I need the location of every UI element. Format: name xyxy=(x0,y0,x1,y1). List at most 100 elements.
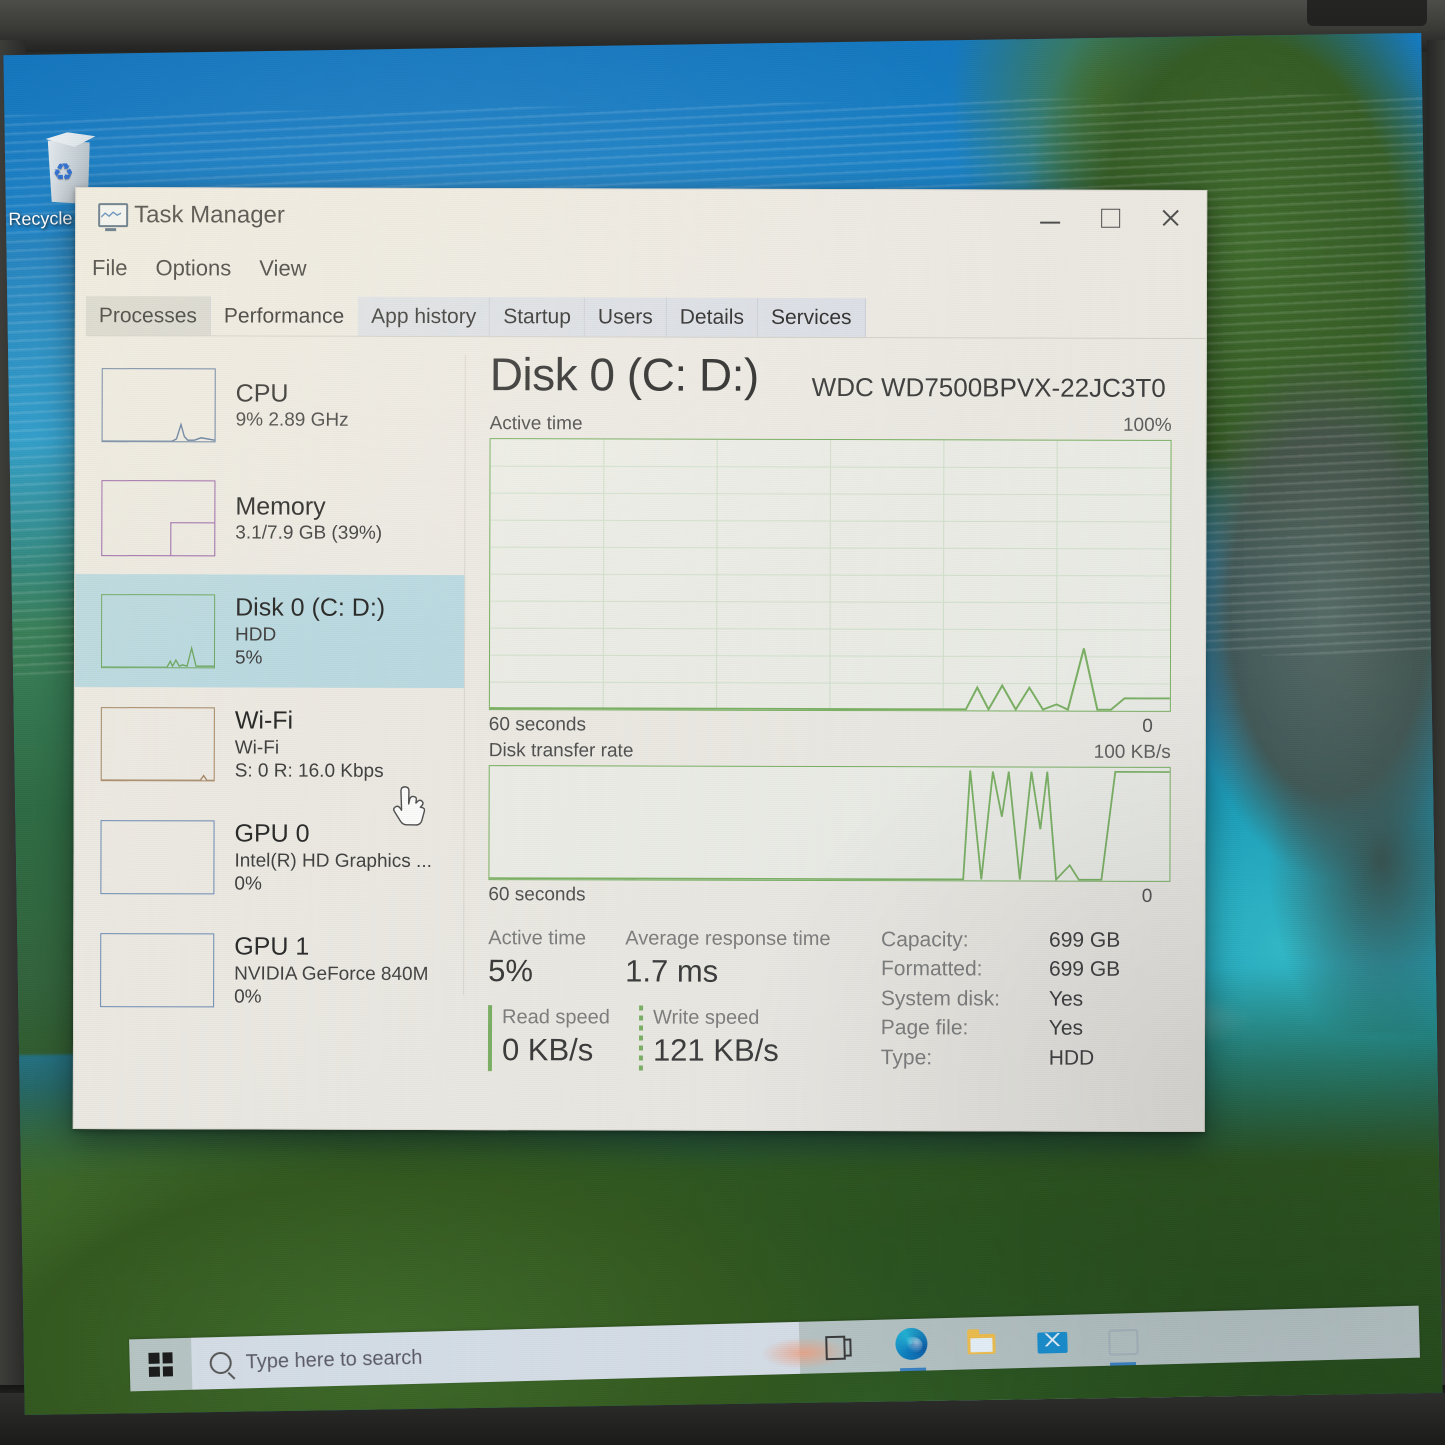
sidebar-item-wifi[interactable]: Wi-Fi Wi-Fi S: 0 R: 16.0 Kbps xyxy=(75,687,465,801)
sidebar-label-cpu: CPU xyxy=(235,379,289,408)
active-time-graph-header: 100% Active time xyxy=(490,413,1172,437)
window-body: CPU 9% 2.89 GHz Memory 3.1/7.9 GB (39%) xyxy=(74,336,1206,1131)
stat-avg-response: Average response time 1.7 ms xyxy=(625,926,835,992)
sidebar-item-disk-0[interactable]: Disk 0 (C: D:) HDD 5% xyxy=(74,574,466,689)
sidebar-label-gpu-0: GPU 0 xyxy=(234,819,310,848)
laptop-screen: ♻ Recycle Bin Task Manager File Options … xyxy=(3,32,1443,1416)
sidebar-sub-wifi: Wi-Fi xyxy=(234,737,280,759)
sidebar-sub2-gpu-1: 0% xyxy=(234,986,262,1008)
window-title: Task Manager xyxy=(134,201,285,229)
sidebar-item-gpu-0[interactable]: GPU 0 Intel(R) HD Graphics ... 0% xyxy=(74,800,464,914)
gpu0-thumbnail-graph xyxy=(100,819,215,894)
stat-read-speed-value: 0 KB/s xyxy=(501,1032,594,1068)
sidebar-sub-disk-0: HDD xyxy=(235,624,277,646)
stat-active-time: Active time 5% xyxy=(488,926,625,992)
sidebar-sub-memory: 3.1/7.9 GB (39%) xyxy=(235,522,383,545)
property-page-file: Page file: Yes xyxy=(881,1013,1120,1043)
windows-start-icon xyxy=(148,1352,174,1377)
property-formatted: Formatted: 699 GB xyxy=(881,955,1120,985)
transfer-rate-min-label: 0 xyxy=(1141,885,1153,907)
sidebar-sub-gpu-1: NVIDIA GeForce 840M xyxy=(234,963,429,985)
tab-details[interactable]: Details xyxy=(666,297,759,338)
property-capacity-value: 699 GB xyxy=(1049,928,1121,952)
resource-list: CPU 9% 2.89 GHz Memory 3.1/7.9 GB (39%) xyxy=(74,336,466,1129)
sidebar-item-memory[interactable]: Memory 3.1/7.9 GB (39%) xyxy=(75,461,465,575)
task-manager-icon xyxy=(96,203,129,232)
task-view-icon[interactable] xyxy=(825,1329,860,1364)
sidebar-item-cpu[interactable]: CPU 9% 2.89 GHz xyxy=(76,348,466,462)
tab-startup[interactable]: Startup xyxy=(490,297,585,338)
menu-item-file[interactable]: File xyxy=(92,255,128,281)
property-formatted-value: 699 GB xyxy=(1048,957,1121,982)
file-explorer-icon[interactable] xyxy=(965,1326,1000,1361)
memory-thumbnail-graph xyxy=(101,479,216,556)
sidebar-item-gpu-1[interactable]: GPU 1 NVIDIA GeForce 840M 0% xyxy=(74,913,464,1027)
stat-avg-response-value: 1.7 ms xyxy=(625,953,719,989)
active-time-graph xyxy=(488,438,1172,712)
stat-write-speed-label: Write speed xyxy=(653,1006,760,1030)
property-page-file-key: Page file: xyxy=(880,1016,969,1040)
tab-users[interactable]: Users xyxy=(584,297,667,338)
tab-processes[interactable]: Processes xyxy=(85,296,211,337)
stat-write-speed-value: 121 KB/s xyxy=(652,1032,779,1069)
transfer-rate-graph xyxy=(488,765,1171,882)
stat-read-speed-label: Read speed xyxy=(502,1006,610,1029)
stat-active-time-label: Active time xyxy=(488,927,587,950)
write-speed-legend-bar xyxy=(638,1005,644,1072)
property-system-disk-key: System disk: xyxy=(880,986,1000,1011)
wifi-thumbnail-graph xyxy=(100,706,215,781)
minimize-button[interactable] xyxy=(1020,191,1080,245)
property-capacity: Capacity: 699 GB xyxy=(881,925,1120,955)
store-icon[interactable] xyxy=(1105,1322,1140,1366)
sidebar-sub2-gpu-0: 0% xyxy=(234,873,262,895)
bezel-vent xyxy=(1307,0,1427,26)
stat-avg-response-label: Average response time xyxy=(625,927,831,951)
menu-bar: File Options View xyxy=(76,246,1206,293)
disk-stats: Active time 5% Average response time 1.7… xyxy=(488,926,1170,1069)
property-system-disk: System disk: Yes xyxy=(881,984,1120,1014)
active-time-axis: 60 seconds 0 xyxy=(489,714,1171,740)
sidebar-sub-cpu: 9% 2.89 GHz xyxy=(235,409,349,431)
property-page-file-value: Yes xyxy=(1048,1016,1084,1040)
stat-write-speed: Write speed 121 KB/s xyxy=(653,1006,863,1072)
task-manager-window: Task Manager File Options View Processes… xyxy=(72,187,1208,1133)
transfer-rate-duration: 60 seconds xyxy=(488,884,586,906)
property-capacity-key: Capacity: xyxy=(881,928,969,952)
disk-model: WDC WD7500BPVX-22JC3T0 xyxy=(811,371,1166,403)
detail-header: Disk 0 (C: D:) WDC WD7500BPVX-22JC3T0 xyxy=(490,348,1172,415)
start-button[interactable] xyxy=(129,1338,192,1392)
read-speed-legend-bar xyxy=(487,1005,493,1071)
sidebar-label-gpu-1: GPU 1 xyxy=(234,932,310,961)
transfer-rate-max-label: 100 KB/s xyxy=(1093,741,1171,763)
sidebar-sub-gpu-0: Intel(R) HD Graphics ... xyxy=(234,850,432,872)
property-formatted-key: Formatted: xyxy=(880,957,983,981)
maximize-icon xyxy=(1100,208,1120,228)
title-bar: Task Manager xyxy=(76,188,1206,249)
active-time-duration: 60 seconds xyxy=(488,714,587,736)
property-system-disk-value: Yes xyxy=(1048,987,1084,1011)
tab-services[interactable]: Services xyxy=(757,297,866,339)
mail-icon[interactable] xyxy=(1035,1324,1070,1359)
page-title: Disk 0 (C: D:) xyxy=(489,348,759,401)
stat-active-time-value: 5% xyxy=(488,953,534,989)
stat-read-speed: Read speed 0 KB/s xyxy=(502,1005,639,1071)
menu-item-options[interactable]: Options xyxy=(155,255,231,281)
active-time-min-label: 0 xyxy=(1142,715,1153,737)
menu-item-view[interactable]: View xyxy=(259,256,306,282)
close-button[interactable] xyxy=(1140,191,1200,245)
gpu1-thumbnail-graph xyxy=(100,932,215,1007)
tab-performance[interactable]: Performance xyxy=(210,296,359,337)
search-placeholder: Type here to search xyxy=(245,1346,423,1373)
disk-properties: Capacity: 699 GB Formatted: 699 GB System … xyxy=(881,925,1121,1073)
tab-app-history[interactable]: App history xyxy=(358,296,491,338)
photo-scene: ♻ Recycle Bin Task Manager File Options … xyxy=(0,0,1445,1445)
property-type-value: HDD xyxy=(1048,1046,1095,1070)
edge-icon[interactable] xyxy=(895,1327,930,1372)
sidebar-sub2-disk-0: 5% xyxy=(234,647,263,669)
sidebar-label-memory: Memory xyxy=(235,492,326,521)
cpu-thumbnail-graph xyxy=(101,367,216,442)
tab-strip: Processes Performance App history Startu… xyxy=(85,290,1206,340)
sidebar-label-wifi: Wi-Fi xyxy=(234,706,294,735)
maximize-button[interactable] xyxy=(1080,191,1140,245)
disk-thumbnail-graph xyxy=(100,593,216,668)
